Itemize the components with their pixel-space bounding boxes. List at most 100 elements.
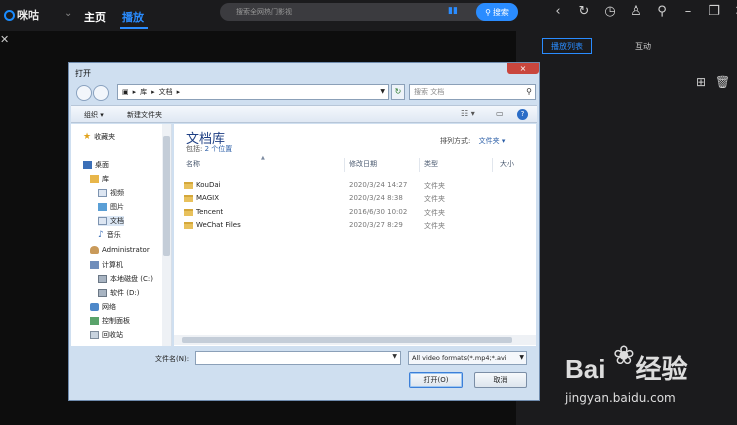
file-date: 2016/6/30 10:02	[349, 208, 408, 216]
open-button[interactable]: 打开(O)	[409, 372, 463, 388]
trash-icon[interactable]: 🗑	[715, 75, 730, 89]
file-type: 文件夹	[424, 195, 445, 203]
tab-interact[interactable]: 互动	[623, 38, 663, 54]
column-header-size[interactable]: 大小	[500, 159, 514, 169]
library-icon	[90, 175, 99, 183]
search-bar[interactable]: 搜索全网热门影视 ▮▮ ⚲ 搜索	[220, 3, 518, 21]
filename-label: 文件名(N):	[155, 355, 190, 363]
refresh-icon[interactable]: ↻	[576, 4, 592, 19]
search-button[interactable]: ⚲ 搜索	[476, 3, 518, 21]
nav-play[interactable]: 播放	[122, 9, 144, 25]
nav-recycle-bin[interactable]: 回收站	[90, 330, 123, 340]
preview-pane-icon[interactable]: ▭	[496, 109, 504, 118]
filename-input[interactable]: ▼	[195, 351, 401, 365]
folder-icon	[184, 208, 193, 216]
nav-label: 文档	[110, 217, 124, 225]
pin-icon[interactable]: ⚲	[654, 4, 670, 19]
folder-icon	[184, 181, 193, 189]
app-logo[interactable]: 咪咕	[4, 7, 50, 23]
document-icon	[98, 217, 107, 225]
search-input[interactable]: 搜索全网热门影视	[236, 7, 292, 17]
history-icon[interactable]: ◷	[602, 4, 618, 19]
file-name: MAGIX	[184, 194, 219, 202]
file-row[interactable]: KouDai 2020/3/24 14:27 文件夹	[184, 181, 524, 193]
recycle-bin-icon	[90, 331, 99, 339]
nav-videos[interactable]: 视频	[98, 188, 124, 198]
help-icon[interactable]: ?	[517, 109, 528, 120]
cancel-button[interactable]: 取消	[474, 372, 527, 388]
dialog-search-placeholder: 搜索 文档	[414, 88, 445, 96]
logo-ring-icon	[4, 9, 15, 21]
column-header-name[interactable]: 名称	[186, 159, 200, 169]
file-type: 文件夹	[424, 209, 445, 217]
dialog-close-button[interactable]: ×	[507, 63, 539, 74]
nav-documents[interactable]: 文档	[98, 216, 124, 226]
nav-pictures[interactable]: 图片	[98, 202, 124, 212]
chevron-right-icon: ▸	[132, 88, 137, 96]
file-type-select[interactable]: All video formats(*.mp4;*.avi ▼	[408, 351, 527, 365]
column-divider[interactable]	[419, 158, 420, 172]
file-row[interactable]: MAGIX 2020/3/24 8:38 文件夹	[184, 194, 524, 206]
nav-libraries[interactable]: 库	[90, 174, 109, 184]
add-icon[interactable]: ⊞	[696, 75, 706, 89]
nav-label: 图片	[110, 203, 124, 211]
sort-arrow-icon: ▲	[261, 155, 265, 161]
column-divider[interactable]	[492, 158, 493, 172]
address-bar[interactable]: ▣ ▸ 库 ▸ 文档 ▸ ▼	[117, 84, 389, 100]
nav-software-d[interactable]: 软件 (D:)	[98, 288, 139, 298]
forward-button[interactable]	[93, 85, 109, 101]
horizontal-scrollbar[interactable]	[174, 335, 536, 345]
panel-close-icon[interactable]: ✕	[0, 33, 9, 46]
nav-network[interactable]: 网络	[90, 302, 116, 312]
nav-favorites[interactable]: ★ 收藏夹	[83, 132, 115, 142]
nav-label: 视频	[110, 189, 124, 197]
arrange-dropdown[interactable]: 文件夹 ▾	[479, 137, 506, 145]
nav-control-panel[interactable]: 控制面板	[90, 316, 130, 326]
back-icon[interactable]: ‹	[550, 4, 566, 19]
nav-local-disk-c[interactable]: 本地磁盘 (C:)	[98, 274, 153, 284]
drive-icon	[98, 289, 107, 297]
user-icon[interactable]: ♙	[628, 4, 644, 19]
nav-desktop[interactable]: 桌面	[83, 160, 109, 170]
back-button[interactable]	[76, 85, 92, 101]
computer-icon	[90, 261, 99, 269]
file-type: 文件夹	[424, 222, 445, 230]
dropdown-arrow-icon[interactable]: ▼	[392, 353, 397, 360]
new-folder-button[interactable]: 新建文件夹	[127, 110, 162, 120]
chevron-right-icon: ▸	[151, 88, 155, 96]
paw-icon: ❀	[613, 341, 635, 371]
file-name: KouDai	[184, 181, 221, 189]
nav-scrollbar-thumb[interactable]	[163, 136, 170, 256]
horizontal-scrollbar-thumb[interactable]	[182, 337, 512, 343]
library-locations-link[interactable]: 2 个位置	[205, 145, 233, 153]
column-header-modified[interactable]: 修改日期	[349, 159, 377, 169]
minimize-icon[interactable]: –	[680, 4, 696, 19]
refresh-button[interactable]: ↻	[391, 84, 405, 100]
restore-icon[interactable]: ❐	[706, 4, 722, 19]
chevron-down-icon[interactable]: ⌄	[64, 8, 72, 19]
nav-label: 控制面板	[102, 317, 130, 325]
nav-home[interactable]: 主页	[84, 9, 106, 25]
dialog-search-input[interactable]: 搜索 文档 ⚲	[409, 84, 536, 100]
nav-administrator[interactable]: Administrator	[90, 246, 150, 254]
column-header-type[interactable]: 类型	[424, 159, 438, 169]
column-divider[interactable]	[344, 158, 345, 172]
search-icon: ⚲	[526, 87, 532, 96]
view-options-icon[interactable]: ☷ ▾	[461, 109, 475, 118]
breadcrumb-libraries[interactable]: 库	[140, 87, 147, 97]
nav-active-indicator	[120, 27, 148, 29]
dropdown-arrow-icon[interactable]: ▼	[380, 88, 385, 95]
nav-music[interactable]: ♪ 音乐	[98, 230, 121, 240]
close-icon[interactable]: ✕	[732, 4, 737, 19]
audio-icon[interactable]: ▮▮	[448, 6, 458, 16]
nav-scrollbar[interactable]	[162, 124, 171, 346]
file-row[interactable]: WeChat Files 2020/3/27 8:29 文件夹	[184, 221, 524, 233]
music-icon: ♪	[98, 230, 104, 240]
breadcrumb-documents[interactable]: 文档	[159, 87, 173, 97]
organize-button[interactable]: 组织 ▾	[84, 110, 104, 120]
arrange-label: 排列方式:	[440, 137, 471, 145]
file-row[interactable]: Tencent 2016/6/30 10:02 文件夹	[184, 208, 524, 220]
chevron-right-icon: ▸	[176, 88, 181, 96]
tab-playlist[interactable]: 播放列表	[542, 38, 592, 54]
nav-computer[interactable]: 计算机	[90, 260, 123, 270]
